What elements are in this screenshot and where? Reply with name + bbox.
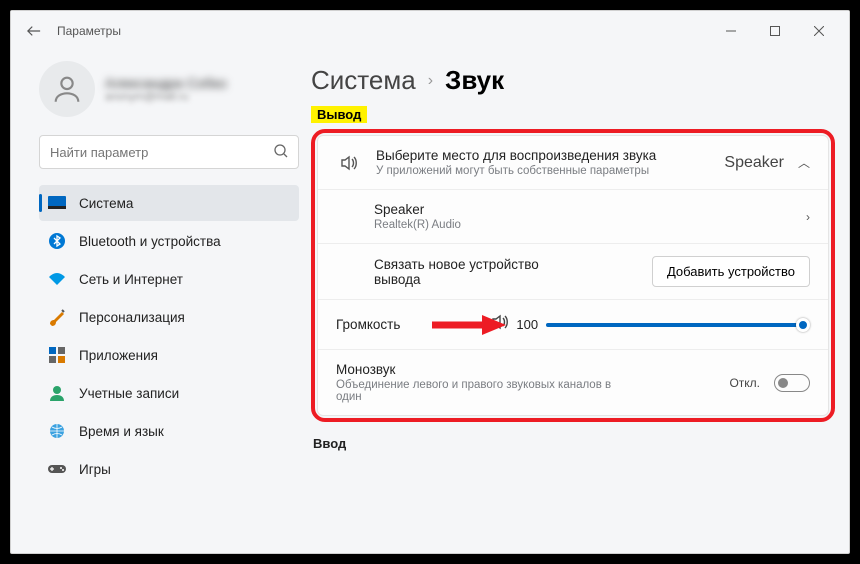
mono-audio-row: Монозвук Объединение левого и правого зв…: [318, 349, 828, 415]
output-device-picker[interactable]: Выберите место для воспроизведения звука…: [318, 136, 828, 189]
search-icon: [273, 143, 289, 164]
section-output-header: Вывод: [311, 106, 367, 123]
titlebar: Параметры: [11, 11, 849, 51]
add-device-button[interactable]: Добавить устройство: [652, 256, 810, 287]
profile-name: Александра Собко: [105, 75, 227, 91]
search-box: [39, 135, 299, 169]
sidebar-item-accounts[interactable]: Учетные записи: [39, 375, 299, 411]
sidebar-item-label: Сеть и Интернет: [79, 272, 183, 287]
output-selected-device: Speaker: [724, 154, 784, 172]
sidebar-item-personalization[interactable]: Персонализация: [39, 299, 299, 335]
sidebar-item-network[interactable]: Сеть и Интернет: [39, 261, 299, 297]
volume-slider[interactable]: [546, 323, 806, 327]
sidebar-item-games[interactable]: Игры: [39, 451, 299, 487]
avatar: [39, 61, 95, 117]
main-panel: Система › Звук Вывод Выберите место для …: [311, 51, 849, 553]
mono-title: Монозвук: [336, 362, 636, 377]
wifi-icon: [47, 269, 67, 289]
search-input[interactable]: [39, 135, 299, 169]
person-icon: [47, 383, 67, 403]
sidebar-item-apps[interactable]: Приложения: [39, 337, 299, 373]
breadcrumb-parent[interactable]: Система: [311, 65, 416, 96]
sidebar-item-label: Система: [79, 196, 133, 211]
sidebar-item-label: Bluetooth и устройства: [79, 234, 221, 249]
pair-new-device-row: Связать новое устройство вывода Добавить…: [318, 243, 828, 299]
bluetooth-icon: [47, 231, 67, 251]
page-title: Звук: [445, 65, 504, 96]
profile-email: anonym@mail.ru: [105, 91, 227, 103]
settings-window: Параметры Александра Собко anonym@mail.r…: [10, 10, 850, 554]
close-button[interactable]: [797, 16, 841, 46]
sidebar-item-time[interactable]: Время и язык: [39, 413, 299, 449]
volume-label: Громкость: [336, 317, 400, 332]
sidebar-item-label: Приложения: [79, 348, 158, 363]
sidebar-item-label: Время и язык: [79, 424, 164, 439]
sidebar-item-label: Персонализация: [79, 310, 185, 325]
mono-state-label: Откл.: [729, 376, 760, 390]
volume-row: Громкость 100: [318, 299, 828, 349]
highlight-frame: Выберите место для воспроизведения звука…: [311, 129, 835, 422]
output-picker-title: Выберите место для воспроизведения звука: [376, 148, 656, 163]
pair-title: Связать новое устройство вывода: [374, 257, 574, 287]
chevron-right-icon: ›: [806, 210, 810, 224]
nav-list: Система Bluetooth и устройства Сеть и Ин…: [39, 185, 299, 487]
chevron-up-icon: ︿: [798, 154, 810, 171]
maximize-button[interactable]: [753, 16, 797, 46]
sidebar: Александра Собко anonym@mail.ru Система …: [11, 51, 311, 553]
mono-sub: Объединение левого и правого звуковых ка…: [336, 379, 636, 403]
brush-icon: [47, 307, 67, 327]
profile-block[interactable]: Александра Собко anonym@mail.ru: [39, 61, 299, 117]
breadcrumb: Система › Звук: [311, 65, 835, 96]
sidebar-item-system[interactable]: Система: [39, 185, 299, 221]
minimize-button[interactable]: [709, 16, 753, 46]
gamepad-icon: [47, 459, 67, 479]
sidebar-item-label: Игры: [79, 462, 111, 477]
chevron-right-icon: ›: [428, 72, 433, 90]
speaker-icon: [336, 153, 362, 173]
annotation-arrow: [430, 313, 506, 337]
output-device-item[interactable]: Speaker Realtek(R) Audio ›: [318, 189, 828, 243]
sidebar-item-bluetooth[interactable]: Bluetooth и устройства: [39, 223, 299, 259]
volume-value: 100: [516, 317, 538, 332]
apps-icon: [47, 345, 67, 365]
section-input-header: Ввод: [313, 436, 835, 451]
back-button[interactable]: [19, 16, 49, 46]
monitor-icon: [47, 193, 67, 213]
sidebar-item-label: Учетные записи: [79, 386, 179, 401]
device-name: Speaker: [374, 202, 461, 217]
device-driver: Realtek(R) Audio: [374, 219, 461, 231]
output-picker-sub: У приложений могут быть собственные пара…: [376, 165, 656, 177]
slider-thumb[interactable]: [796, 318, 810, 332]
mono-toggle[interactable]: [774, 374, 810, 392]
output-panel: Выберите место для воспроизведения звука…: [317, 135, 829, 416]
window-title: Параметры: [57, 24, 121, 38]
clock-globe-icon: [47, 421, 67, 441]
